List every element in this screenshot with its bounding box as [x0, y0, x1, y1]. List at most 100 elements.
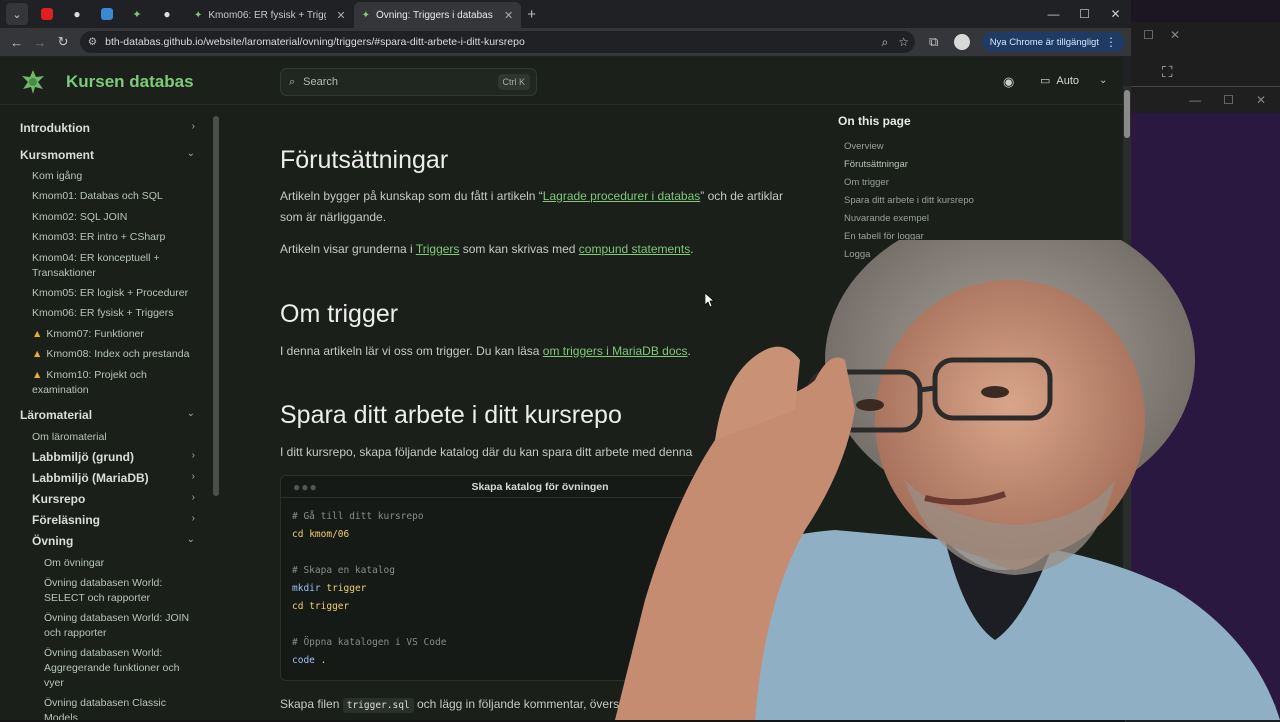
leaf-icon: ✦: [132, 8, 142, 21]
search-shortcut: Ctrl K: [497, 74, 530, 90]
new-tab-button[interactable]: +: [527, 6, 536, 23]
tab-search-button[interactable]: ⌄: [6, 3, 28, 25]
url-text: bth-databas.github.io/website/laromateri…: [105, 36, 525, 48]
chrome-update-button[interactable]: Nya Chrome är tillgängligt ⋮: [981, 32, 1125, 52]
sidebar-section-laromaterial[interactable]: Läromaterial ⌄: [20, 408, 195, 422]
toc-item-logga[interactable]: Logga procedurer: [844, 246, 1038, 264]
minimize-icon[interactable]: —: [1038, 0, 1069, 28]
code-block-title: Skapa katalog för övningen: [471, 481, 609, 493]
sidebar-item-om-laromaterial[interactable]: Om läromaterial: [32, 430, 192, 445]
forward-icon[interactable]: →: [29, 31, 50, 53]
scrollbar-thumb[interactable]: [1124, 90, 1130, 138]
sidebar-group-forelasning[interactable]: Föreläsning ›: [32, 513, 195, 527]
terminal-window[interactable]: — ☐ ✕ >5 26: [1131, 86, 1280, 720]
toc-item-nuvarande-exempel[interactable]: Nuvarande exempel: [844, 210, 1038, 228]
close-icon[interactable]: ✕: [1256, 93, 1266, 107]
site-logo-icon[interactable]: [20, 69, 46, 95]
sidebar-item-kmom05[interactable]: Kmom05: ER logisk + Procedurer: [32, 286, 192, 301]
search-input[interactable]: ⌕ Search Ctrl K: [280, 68, 537, 96]
github-icon: ●: [163, 7, 171, 21]
github-icon[interactable]: ◉: [1003, 74, 1014, 90]
sidebar-group-kursrepo[interactable]: Kursrepo ›: [32, 492, 195, 506]
theme-select[interactable]: ▭ Auto ⌄: [1040, 74, 1108, 88]
close-tab-icon[interactable]: ✕: [336, 9, 345, 22]
browser-toolbar: ← → ↻ ⚙ bth-databas.github.io/website/la…: [0, 28, 1131, 56]
link-mariadb-docs[interactable]: om triggers i MariaDB docs: [543, 344, 688, 358]
back-icon[interactable]: ←: [6, 31, 27, 53]
toc-item-tabell-loggar[interactable]: En tabell för loggar: [844, 228, 1038, 246]
sidebar-group-ovning[interactable]: Övning ⌄: [32, 534, 195, 548]
profile-avatar[interactable]: [954, 34, 970, 50]
sidebar-item-kmom03[interactable]: Kmom03: ER intro + CSharp: [32, 230, 192, 245]
main-content: Förutsättningar Artikeln bygger på kunsk…: [222, 106, 822, 720]
sidebar-item-ovning-world-aggregerande[interactable]: Övning databasen World: Aggregerande fun…: [44, 646, 194, 691]
pinned-tab-leaf[interactable]: ✦: [126, 3, 148, 25]
maximize-icon[interactable]: ☐: [1143, 28, 1154, 42]
link-compund-statements[interactable]: compund statements: [579, 242, 690, 256]
sidebar-item-kmom07[interactable]: ▲ Kmom07: Funktioner: [32, 327, 192, 342]
page-scrollbar[interactable]: [1123, 86, 1131, 720]
toc-title: On this page: [838, 114, 911, 128]
sidebar-item-om-ovningar[interactable]: Om övningar: [44, 556, 194, 571]
heading-spara-ditt-arbete: Spara ditt arbete i ditt kursrepo: [280, 401, 622, 429]
inline-code: trigger.sql: [342, 698, 414, 713]
sidebar-item-ovning-world-select[interactable]: Övning databasen World: SELECT och rappo…: [44, 576, 194, 606]
sidebar-item-kmom06[interactable]: Kmom06: ER fysisk + Triggers: [32, 306, 192, 321]
sidebar-item-kmom10[interactable]: ▲ Kmom10: Projekt och examination: [32, 368, 192, 397]
maximize-icon[interactable]: ☐: [1223, 93, 1234, 107]
sidebar-section-introduktion[interactable]: Introduktion ›: [20, 121, 195, 135]
toc-item-spara[interactable]: Spara ditt arbete i ditt kursrepo: [844, 192, 1038, 210]
chevron-down-icon: ⌄: [1099, 75, 1108, 86]
paragraph: Artikeln bygger på kunskap som du fått i…: [280, 189, 783, 224]
address-bar[interactable]: ⚙ bth-databas.github.io/website/laromate…: [79, 31, 915, 53]
link-triggers[interactable]: Triggers: [416, 242, 460, 256]
pinned-tab-github[interactable]: ●: [66, 3, 88, 25]
tab-kmom06[interactable]: ✦ Kmom06: ER fysisk + Triggers | ✕: [186, 2, 354, 28]
pinned-tab-app[interactable]: [96, 3, 118, 25]
minimize-icon[interactable]: —: [1189, 93, 1201, 107]
tab-ovning-triggers[interactable]: ✦ Övning: Triggers i databas | Kur ✕: [353, 2, 522, 28]
maximize-icon[interactable]: ☐: [1069, 0, 1100, 28]
pinned-tab-github-2[interactable]: ●: [156, 3, 178, 25]
close-icon[interactable]: ✕: [1100, 0, 1131, 28]
heading-om-trigger: Om trigger: [280, 300, 399, 328]
bookmark-star-icon[interactable]: ☆: [898, 35, 909, 50]
paragraph: I denna artikeln lär vi oss om trigger. …: [280, 344, 691, 358]
warning-icon: ▲: [32, 348, 43, 360]
zoom-icon[interactable]: ⌕: [881, 35, 888, 50]
fullscreen-icon[interactable]: ⛶: [1162, 64, 1173, 81]
sidebar-item-kmom08[interactable]: ▲ Kmom08: Index och prestanda: [32, 347, 192, 362]
link-lagrade-procedurer[interactable]: Lagrade procedurer i databas: [543, 189, 700, 203]
site-title[interactable]: Kursen databas: [66, 72, 194, 92]
sidebar: Introduktion › Kursmoment ⌄ Kom igång Kmom…: [0, 106, 222, 720]
menu-dots-icon[interactable]: ⋮: [1105, 35, 1117, 49]
sidebar-scrollbar[interactable]: [213, 116, 219, 496]
window-dots-icon: ●●●: [293, 480, 318, 494]
sidebar-item-ovning-classic-models[interactable]: Övning databasen Classic Models: [44, 696, 194, 720]
sidebar-group-labbmiljo-mariadb[interactable]: Labbmiljö (MariaDB) ›: [32, 471, 195, 485]
extensions-icon[interactable]: ⧉: [923, 31, 944, 53]
toc-item-om-trigger[interactable]: Om trigger: [844, 174, 1038, 192]
app-icon: [101, 8, 113, 20]
github-icon: ●: [73, 7, 81, 21]
sidebar-item-kmom04[interactable]: Kmom04: ER konceptuell + Transaktioner: [32, 251, 192, 280]
pinned-tab-youtube[interactable]: [36, 3, 58, 25]
sidebar-item-ovning-world-join[interactable]: Övning databasen World: JOIN och rapport…: [44, 611, 194, 641]
sidebar-item-kom-igang[interactable]: Kom igång: [32, 169, 192, 184]
chevron-right-icon: ›: [191, 492, 195, 503]
sidebar-section-kursmoment[interactable]: Kursmoment ⌄: [20, 148, 195, 162]
terminal-prompt: >5 26: [1233, 704, 1276, 718]
close-tab-icon[interactable]: ✕: [504, 9, 513, 22]
toc-item-overview[interactable]: Overview: [844, 138, 1038, 156]
code-block[interactable]: ●●● Skapa katalog för övningen # Gå till…: [280, 475, 800, 681]
leaf-icon: ✦: [361, 9, 370, 21]
site-info-icon[interactable]: ⚙: [88, 36, 97, 48]
search-icon: ⌕: [289, 75, 296, 88]
toc-item-forutsattningar[interactable]: Förutsättningar: [844, 156, 1038, 174]
sidebar-group-labbmiljo-grund[interactable]: Labbmiljö (grund) ›: [32, 450, 195, 464]
tab-strip: ⌄ ● ✦ ● ✦ Kmom06: ER fysisk + Triggers |…: [0, 0, 1131, 28]
close-icon[interactable]: ✕: [1170, 28, 1180, 42]
sidebar-item-kmom01[interactable]: Kmom01: Databas och SQL: [32, 189, 192, 204]
reload-icon[interactable]: ↻: [53, 31, 74, 53]
sidebar-item-kmom02[interactable]: Kmom02: SQL JOIN: [32, 210, 192, 225]
